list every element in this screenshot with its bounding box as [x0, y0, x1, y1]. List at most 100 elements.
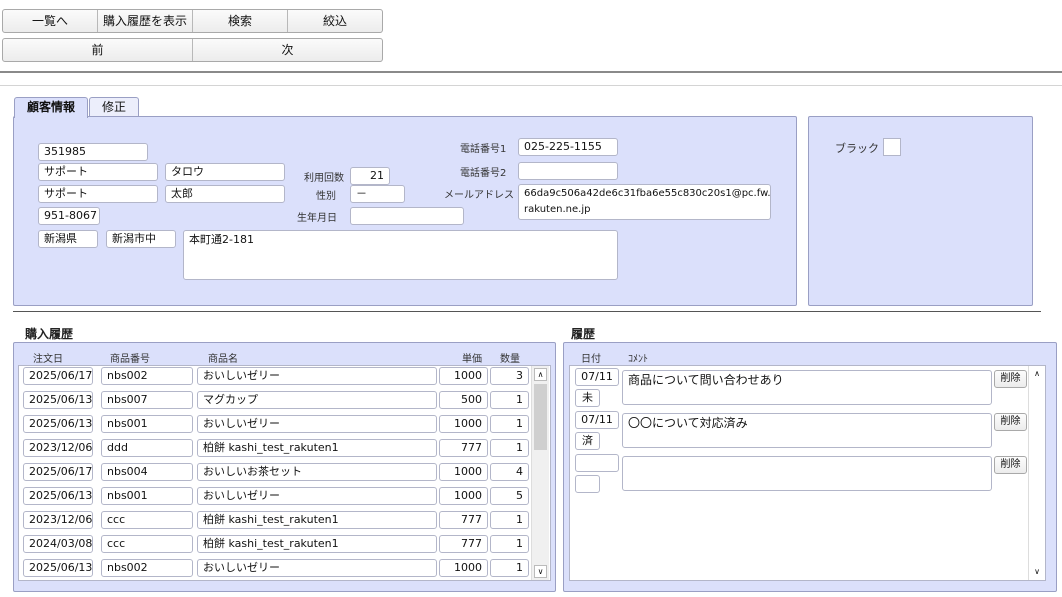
last-name-kana-field[interactable]: サポート	[38, 163, 158, 181]
order-date-cell[interactable]: 2025/06/13	[23, 487, 93, 505]
history-status-field[interactable]: 済	[575, 432, 600, 450]
usage-count-field[interactable]: 21	[350, 167, 390, 185]
unit-price-cell[interactable]: 777	[439, 511, 488, 529]
product-name-cell[interactable]: 柏餅 kashi_test_rakuten1	[197, 439, 437, 457]
scroll-down-arrow-icon[interactable]: ∨	[1031, 566, 1043, 578]
purchase-history-title: 購入履歴	[25, 327, 74, 341]
unit-price-cell[interactable]: 777	[439, 535, 488, 553]
scroll-thumb[interactable]	[534, 384, 547, 450]
first-name-field[interactable]: 太郎	[165, 185, 285, 203]
product-code-cell[interactable]: ddd	[101, 439, 193, 457]
history-status-field[interactable]: 未	[575, 389, 600, 407]
product-name-cell[interactable]: マグカップ	[197, 391, 437, 409]
unit-price-cell[interactable]: 1000	[439, 415, 488, 433]
history-title: 履歴	[571, 327, 596, 341]
quantity-cell[interactable]: 1	[490, 535, 529, 553]
first-name-kana-field[interactable]: タロウ	[165, 163, 285, 181]
product-name-cell[interactable]: おいしいゼリー	[197, 367, 437, 385]
unit-price-cell[interactable]: 1000	[439, 463, 488, 481]
toolbar-row1: 一覧へ 購入履歴を表示 検索 絞込	[2, 9, 383, 33]
quantity-cell[interactable]: 1	[490, 511, 529, 529]
product-code-cell[interactable]: nbs007	[101, 391, 193, 409]
phone2-field[interactable]	[518, 162, 618, 180]
phone1-label: 電話番号1	[460, 144, 507, 155]
order-date-cell[interactable]: 2025/06/17	[23, 463, 93, 481]
quantity-cell[interactable]: 1	[490, 439, 529, 457]
prefecture-field[interactable]: 新潟県	[38, 230, 98, 248]
product-name-cell[interactable]: おいしいゼリー	[197, 487, 437, 505]
unit-price-cell[interactable]: 1000	[439, 559, 488, 577]
product-name-cell[interactable]: おいしいゼリー	[197, 559, 437, 577]
toolbar-row2: 前 次	[2, 38, 383, 62]
product-code-cell[interactable]: nbs001	[101, 415, 193, 433]
history-date-field[interactable]	[575, 454, 619, 472]
city-field[interactable]: 新潟市中	[106, 230, 176, 248]
quantity-cell[interactable]: 5	[490, 487, 529, 505]
history-status-field[interactable]	[575, 475, 600, 493]
order-date-cell[interactable]: 2025/06/13	[23, 391, 93, 409]
history-comment-field[interactable]: 商品について問い合わせあり	[622, 370, 992, 405]
quantity-cell[interactable]: 1	[490, 415, 529, 433]
scroll-down-arrow-icon[interactable]: ∨	[534, 565, 547, 578]
prev-button[interactable]: 前	[3, 39, 193, 61]
gender-field[interactable]: －	[350, 185, 405, 203]
delete-button[interactable]: 削除	[994, 456, 1027, 474]
col-product-code: 商品番号	[110, 354, 150, 365]
unit-price-cell[interactable]: 777	[439, 439, 488, 457]
col-unit-price: 単価	[462, 354, 482, 365]
product-code-cell[interactable]: nbs001	[101, 487, 193, 505]
purchase-scrollbar[interactable]: ∧ ∨	[531, 366, 549, 580]
quantity-cell[interactable]: 1	[490, 559, 529, 577]
blacklist-checkbox[interactable]	[883, 138, 901, 156]
tab-customer-info[interactable]: 顧客情報	[14, 97, 88, 118]
delete-button[interactable]: 削除	[994, 370, 1027, 388]
order-date-cell[interactable]: 2023/12/06	[23, 511, 93, 529]
history-scrollbar[interactable]: ∧ ∨	[1028, 366, 1045, 580]
next-button[interactable]: 次	[193, 39, 382, 61]
order-date-cell[interactable]: 2025/06/17	[23, 367, 93, 385]
history-comment-field[interactable]	[622, 456, 992, 491]
email-field[interactable]: 66da9c506a42de6c31fba6e55c830c20s1@pc.fw…	[518, 184, 771, 220]
order-date-cell[interactable]: 2025/06/13	[23, 559, 93, 577]
unit-price-cell[interactable]: 1000	[439, 487, 488, 505]
product-name-cell[interactable]: 柏餅 kashi_test_rakuten1	[197, 535, 437, 553]
quantity-cell[interactable]: 4	[490, 463, 529, 481]
email-label: メールアドレス	[444, 190, 514, 201]
unit-price-cell[interactable]: 500	[439, 391, 488, 409]
unit-price-cell[interactable]: 1000	[439, 367, 488, 385]
filter-button[interactable]: 絞込	[288, 10, 382, 32]
product-code-cell[interactable]: nbs002	[101, 367, 193, 385]
col-product-name: 商品名	[208, 354, 238, 365]
scroll-up-arrow-icon[interactable]: ∧	[1031, 368, 1043, 380]
tab-edit[interactable]: 修正	[89, 97, 139, 117]
list-button[interactable]: 一覧へ	[3, 10, 98, 32]
history-date-field[interactable]: 07/11	[575, 411, 619, 429]
history-date-field[interactable]: 07/11	[575, 368, 619, 386]
zip-field[interactable]: 951-8067	[38, 207, 100, 225]
order-date-cell[interactable]: 2024/03/08	[23, 535, 93, 553]
history-comment-field[interactable]: 〇〇について対応済み	[622, 413, 992, 448]
show-purchase-history-button[interactable]: 購入履歴を表示	[98, 10, 193, 32]
order-date-cell[interactable]: 2025/06/13	[23, 415, 93, 433]
product-code-cell[interactable]: ccc	[101, 535, 193, 553]
search-button[interactable]: 検索	[193, 10, 288, 32]
phone1-field[interactable]: 025-225-1155	[518, 138, 618, 156]
product-name-cell[interactable]: おいしいゼリー	[197, 415, 437, 433]
product-code-cell[interactable]: nbs004	[101, 463, 193, 481]
scroll-up-arrow-icon[interactable]: ∧	[534, 368, 547, 381]
email-line1: 66da9c506a42de6c31fba6e55c830c20s1@pc.fw…	[524, 188, 771, 199]
address-field[interactable]: 本町通2-181	[183, 230, 618, 280]
order-date-cell[interactable]: 2023/12/06	[23, 439, 93, 457]
quantity-cell[interactable]: 1	[490, 391, 529, 409]
quantity-cell[interactable]: 3	[490, 367, 529, 385]
product-name-cell[interactable]: おいしいお茶セット	[197, 463, 437, 481]
product-name-cell[interactable]: 柏餅 kashi_test_rakuten1	[197, 511, 437, 529]
birthday-field[interactable]	[350, 207, 464, 225]
col-order-date: 注文日	[33, 354, 63, 365]
product-code-cell[interactable]: ccc	[101, 511, 193, 529]
email-line2: rakuten.ne.jp	[524, 204, 591, 215]
product-code-cell[interactable]: nbs002	[101, 559, 193, 577]
customer-id-field[interactable]: 351985	[38, 143, 148, 161]
delete-button[interactable]: 削除	[994, 413, 1027, 431]
last-name-field[interactable]: サポート	[38, 185, 158, 203]
